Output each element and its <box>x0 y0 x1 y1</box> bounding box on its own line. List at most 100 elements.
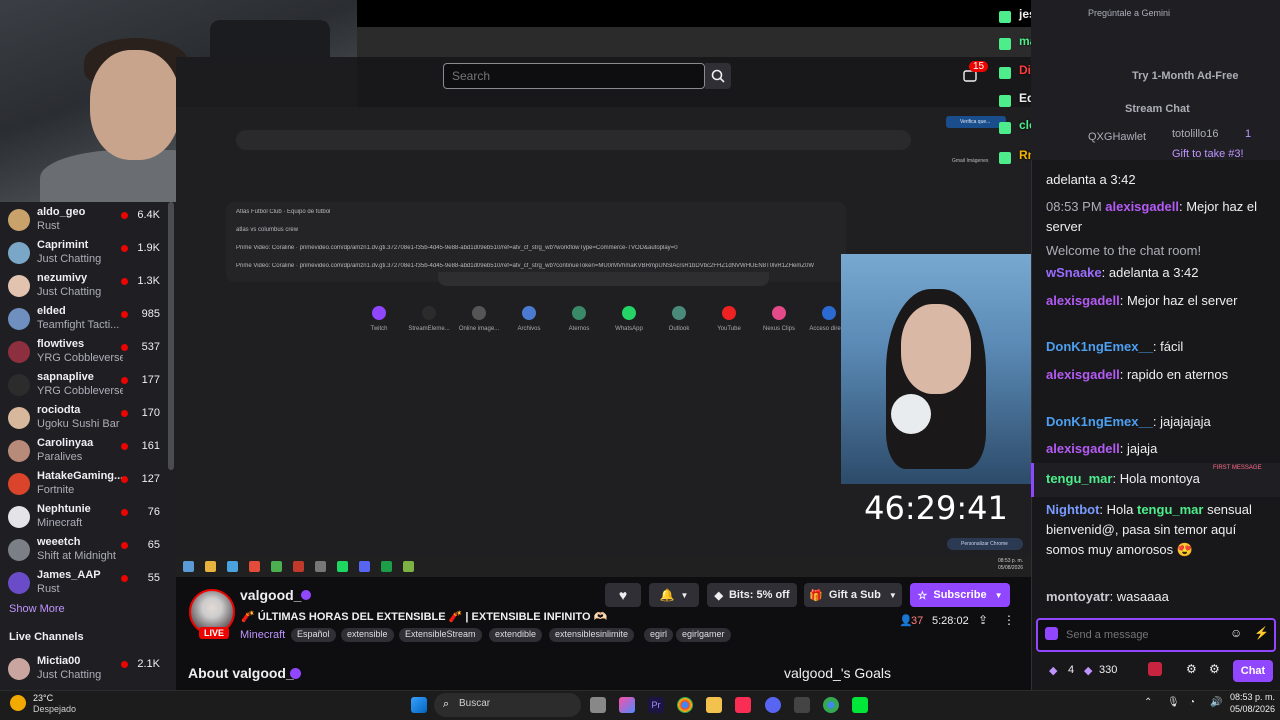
sidebar-channel-item[interactable]: Caprimint Just Chatting 1.9K <box>0 236 168 269</box>
chat-username[interactable]: tengu_mar <box>1137 502 1203 517</box>
mod-tools-icon[interactable]: ⚙ <box>1186 662 1197 676</box>
chat-username[interactable]: wSnaake <box>1046 265 1102 280</box>
weather-temp: 23°C <box>33 693 54 703</box>
subscribe-button[interactable]: ☆ Subscribe ▼ <box>910 583 1010 607</box>
streamer-name[interactable]: valgood_ <box>240 587 301 603</box>
stream-tag[interactable]: extendible <box>489 628 543 642</box>
volume-icon[interactable]: 🔊 <box>1210 697 1222 708</box>
chevron-up-icon[interactable]: ⌃ <box>1144 697 1152 708</box>
avatar <box>8 658 30 680</box>
chat-username[interactable]: alexisgadell <box>1046 293 1120 308</box>
shortcut-label: Archivos <box>517 326 541 332</box>
emote-icon[interactable]: ☺ <box>1230 626 1242 640</box>
more-options-icon[interactable]: ⋮ <box>1003 613 1015 627</box>
chat-username[interactable]: alexisgadell <box>1046 441 1120 456</box>
copilot-icon[interactable] <box>619 697 635 713</box>
bits-button[interactable]: ◆ Bits: 5% off <box>707 583 797 607</box>
gift-sub-button[interactable]: 🎁 Gift a Sub ▼ <box>804 583 902 607</box>
sidebar-channel-item[interactable]: Carolinyaa Paralives 161 <box>0 434 168 467</box>
chat-send-button[interactable]: Chat <box>1233 660 1273 682</box>
sidebar-scrollbar[interactable] <box>168 202 174 470</box>
chat-username[interactable]: DonK1ngEmex__ <box>1046 414 1153 429</box>
stream-tag[interactable]: extensible <box>341 628 394 642</box>
chat-badge-icon[interactable] <box>1045 627 1058 640</box>
kick-icon[interactable] <box>852 697 868 713</box>
stream-category[interactable]: Minecraft <box>240 629 285 641</box>
live-dot-icon <box>121 344 128 351</box>
sidebar-channel-item[interactable]: sapnaplive YRG Cobbleverse 177 <box>0 368 168 401</box>
music-icon[interactable] <box>735 697 751 713</box>
gift-user: totolillo16 <box>1172 128 1219 140</box>
inner-shortcut: Aternos <box>554 306 604 332</box>
about-section-title: About valgood_ <box>188 665 294 681</box>
live-dot-icon <box>121 509 128 516</box>
clock-date[interactable]: 05/08/2026 <box>1225 704 1275 714</box>
chat-username[interactable]: montoyatr <box>1046 589 1110 604</box>
drop-icon[interactable] <box>1148 662 1162 676</box>
channel-name: rociodta <box>37 404 81 416</box>
sidebar-channel-item[interactable]: nezumivy Just Chatting 1.3K <box>0 269 168 302</box>
sidebar-channel-item[interactable]: James_AAP Rust 55 <box>0 566 168 599</box>
show-more-link[interactable]: Show More <box>9 603 65 615</box>
chat-text: : wasaaaa <box>1109 589 1169 604</box>
inner-chrome-omnibox <box>236 130 911 150</box>
sidebar-channel-item[interactable]: flowtives YRG Cobbleverse 537 <box>0 335 168 368</box>
chat-username[interactable]: alexisgadell <box>1105 199 1179 214</box>
discord-icon <box>359 561 370 572</box>
sidebar-channel-item[interactable]: rociodta Ugoku Sushi Bar 170 <box>0 401 168 434</box>
chat-message: DonK1ngEmex__: fácil <box>1046 337 1276 357</box>
file-explorer-icon[interactable] <box>706 697 722 713</box>
stream-tag[interactable]: extensiblesinlimite <box>549 628 635 642</box>
chrome-profile-icon[interactable] <box>823 697 839 713</box>
sidebar-channel-item[interactable]: aldo_geo Rust 6.4K <box>0 203 168 236</box>
mic-icon[interactable]: 🎙 <box>1167 697 1180 708</box>
sidebar-channel-item[interactable]: HatakeGaming... Fortnite 127 <box>0 467 168 500</box>
follow-heart-button[interactable]: ♥ <box>605 583 641 607</box>
chevron-down-icon: ▼ <box>680 590 689 600</box>
sidebar-channel-item[interactable]: elded Teamfight Tacti... 985 <box>0 302 168 335</box>
live-dot-icon <box>121 245 128 252</box>
settings-icon[interactable]: ⚙ <box>1209 662 1220 676</box>
chat-username[interactable]: DonK1ngEmex__ <box>1046 339 1153 354</box>
spotify-icon <box>337 561 348 572</box>
avatar <box>8 242 30 264</box>
task-view-icon[interactable] <box>590 697 606 713</box>
share-icon[interactable]: ⇪ <box>978 613 988 627</box>
taskbar-search[interactable]: Buscar <box>434 693 581 717</box>
chrome-icon[interactable] <box>677 697 693 713</box>
stream-tag[interactable]: ExtensibleStream <box>399 628 482 642</box>
channel-points-count[interactable]: 330 <box>1099 664 1117 676</box>
chat-username[interactable]: Nightbot <box>1046 502 1099 517</box>
gemini-prompt[interactable]: Pregúntale a Gemini <box>1088 8 1170 18</box>
hype-icon[interactable]: ⚡ <box>1254 626 1269 640</box>
badge-icon <box>999 95 1011 107</box>
ad-free-button[interactable]: Try 1-Month Ad-Free <box>1132 70 1239 82</box>
chat-text: : adelanta a 3:42 <box>1101 265 1199 280</box>
verified-icon <box>290 668 301 679</box>
discord-icon[interactable] <box>765 697 781 713</box>
start-icon[interactable] <box>411 697 427 713</box>
badge-icon <box>999 38 1011 50</box>
chat-message: wSnaake: adelanta a 3:42 <box>1046 263 1276 283</box>
chat-username[interactable]: tengu_mar <box>1046 471 1112 486</box>
live-dot-icon <box>121 575 128 582</box>
premiere-icon[interactable]: Pr <box>648 697 664 713</box>
badge-icon <box>999 11 1011 23</box>
shortcut-icon <box>622 306 636 320</box>
sidebar-channel-item[interactable]: Nephtunie Minecraft 76 <box>0 500 168 533</box>
stream-tag[interactable]: egirlgamer <box>676 628 731 642</box>
wifi-icon[interactable]: ◔ <box>1189 697 1195 708</box>
inner-clock: 08:53 p. m. 05/08/2026 <box>998 558 1023 572</box>
stream-tag[interactable]: Español <box>291 628 336 642</box>
clock-time[interactable]: 08:53 p. m. <box>1225 692 1275 702</box>
sidebar-channel-item[interactable]: weeetch Shift at Midnight 65 <box>0 533 168 566</box>
search-icon[interactable] <box>705 63 731 89</box>
gift-cta[interactable]: Gift to take #3! <box>1172 148 1244 160</box>
chat-username[interactable]: alexisgadell <box>1046 367 1120 382</box>
stream-tag[interactable]: egirl <box>644 628 674 642</box>
steam-icon[interactable] <box>794 697 810 713</box>
search-input[interactable] <box>443 63 705 89</box>
viewer-count: 1.9K <box>137 242 160 254</box>
sidebar-item-live[interactable]: Mictia00 Just Chatting 2.1K <box>0 652 168 685</box>
notification-bell-button[interactable]: 🔔 ▼ <box>649 583 699 607</box>
